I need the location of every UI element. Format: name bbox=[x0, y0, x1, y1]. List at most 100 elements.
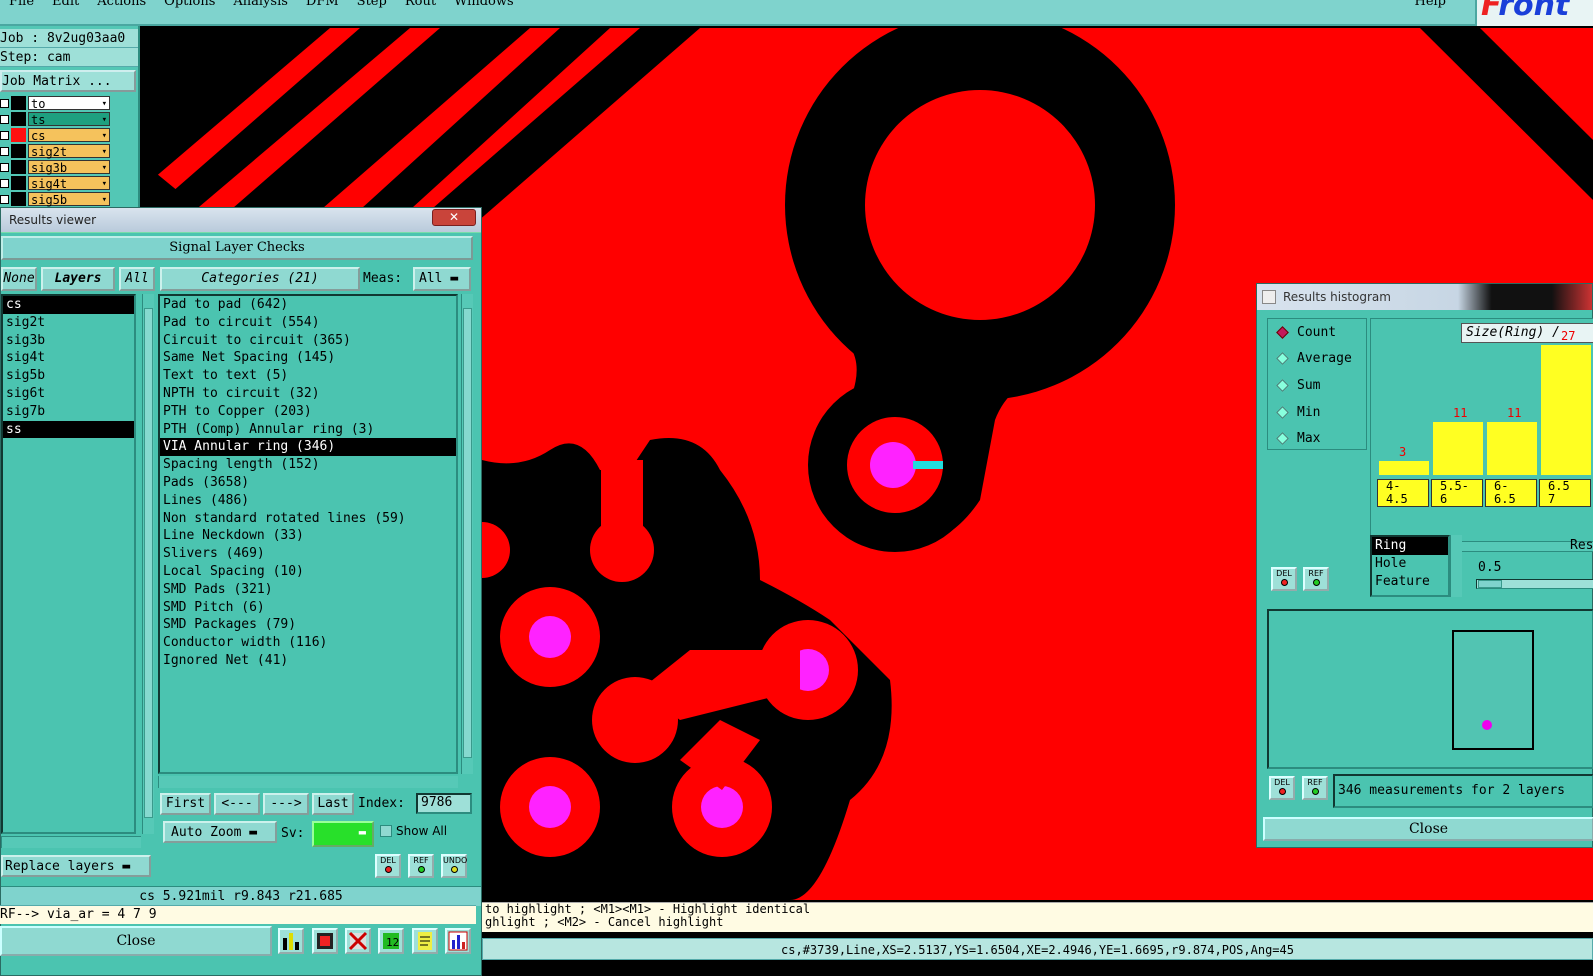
layer-name[interactable]: sig2t bbox=[28, 144, 110, 159]
layer-checkbox[interactable] bbox=[0, 194, 9, 204]
replace-layers-select[interactable]: Replace layers ▬ bbox=[1, 855, 151, 877]
type-item[interactable]: Hole bbox=[1372, 555, 1448, 573]
command-line[interactable]: RF--> via_ar = 4 7 9 bbox=[0, 905, 476, 924]
layer-name[interactable]: to bbox=[28, 96, 110, 111]
category-item[interactable]: Conductor width (116) bbox=[160, 634, 456, 652]
mode-radio[interactable]: Sum bbox=[1268, 372, 1366, 399]
categories-scrollbar[interactable] bbox=[461, 294, 473, 774]
category-item[interactable]: Text to text (5) bbox=[160, 367, 456, 385]
category-item[interactable]: Pads (3658) bbox=[160, 474, 456, 492]
last-button[interactable]: Last bbox=[312, 793, 354, 815]
histogram-icon[interactable] bbox=[445, 928, 471, 954]
menu-help[interactable]: Help bbox=[1405, 0, 1455, 9]
list-item[interactable]: sig2t bbox=[3, 314, 134, 332]
category-item[interactable]: PTH (Comp) Annular ring (3) bbox=[160, 421, 456, 439]
undo-icon[interactable]: UNDO bbox=[441, 854, 467, 878]
category-item[interactable]: Circuit to circuit (365) bbox=[160, 332, 456, 350]
histogram-bar[interactable] bbox=[1433, 422, 1483, 475]
report-icon[interactable] bbox=[412, 928, 438, 954]
layers-hscrollbar[interactable] bbox=[1, 836, 141, 848]
menu-step[interactable]: Step bbox=[348, 0, 396, 9]
menu-edit[interactable]: Edit bbox=[43, 0, 88, 9]
none-button[interactable]: None bbox=[1, 267, 37, 291]
menu-rout[interactable]: Rout bbox=[396, 0, 445, 9]
category-item[interactable]: PTH to Copper (203) bbox=[160, 403, 456, 421]
delete-icon[interactable]: DEL bbox=[1269, 776, 1295, 800]
index-field[interactable]: 9786 bbox=[416, 793, 472, 814]
layer-name[interactable]: sig3b bbox=[28, 160, 110, 175]
sv-color-select[interactable]: ▬ bbox=[312, 821, 374, 847]
show-all-checkbox[interactable] bbox=[380, 825, 392, 837]
res-slider[interactable] bbox=[1476, 579, 1593, 589]
list-item[interactable]: sig5b bbox=[3, 367, 134, 385]
layer-name[interactable]: cs bbox=[28, 128, 110, 143]
list-item[interactable]: sig4t bbox=[3, 349, 134, 367]
category-item[interactable]: Line Neckdown (33) bbox=[160, 527, 456, 545]
list-item[interactable]: sig6t bbox=[3, 385, 134, 403]
layer-checkbox[interactable] bbox=[0, 178, 9, 188]
radio-icon[interactable] bbox=[1276, 352, 1289, 366]
type-list[interactable]: Ring Hole Feature bbox=[1370, 535, 1450, 597]
delete-icon[interactable]: DEL bbox=[1271, 567, 1297, 591]
layer-icon[interactable] bbox=[312, 928, 338, 954]
category-item[interactable]: SMD Packages (79) bbox=[160, 616, 456, 634]
layer-checkbox[interactable] bbox=[0, 146, 9, 156]
delete-icon[interactable]: DEL bbox=[375, 854, 401, 878]
layers-scrollbar[interactable] bbox=[142, 294, 154, 834]
refresh-icon[interactable]: REF bbox=[1302, 776, 1328, 800]
layer-checkbox[interactable] bbox=[0, 130, 9, 140]
layer-checkbox[interactable] bbox=[0, 98, 9, 108]
mode-radio[interactable]: Count bbox=[1268, 319, 1366, 346]
layer-row[interactable]: ts bbox=[0, 111, 138, 127]
histogram-bar[interactable] bbox=[1379, 460, 1429, 475]
mode-radio[interactable]: Max bbox=[1268, 425, 1366, 452]
layer-row[interactable]: sig5b bbox=[0, 191, 138, 207]
menu-analysis[interactable]: Analysis bbox=[224, 0, 297, 9]
layer-checkbox[interactable] bbox=[0, 162, 9, 172]
menu-dfm[interactable]: DFM bbox=[297, 0, 348, 9]
histogram-close-button[interactable]: Close bbox=[1263, 817, 1593, 841]
layer-row[interactable]: sig3b bbox=[0, 159, 138, 175]
histogram-bar[interactable] bbox=[1541, 345, 1591, 475]
layer-row[interactable]: to bbox=[0, 95, 138, 111]
layer-row[interactable]: sig2t bbox=[0, 143, 138, 159]
prev-button[interactable]: <--- bbox=[214, 793, 260, 815]
category-item[interactable]: Spacing length (152) bbox=[160, 456, 456, 474]
next-button[interactable]: ---> bbox=[263, 793, 309, 815]
layers-list[interactable]: cs sig2t sig3b sig4t sig5b sig6t sig7b ss bbox=[1, 294, 136, 834]
layer-row[interactable]: sig4t bbox=[0, 175, 138, 191]
menu-actions[interactable]: Actions bbox=[88, 0, 155, 9]
menu-windows[interactable]: Windows bbox=[445, 0, 523, 9]
category-item[interactable]: Pad to circuit (554) bbox=[160, 314, 456, 332]
close-icon[interactable]: ✕ bbox=[432, 209, 476, 226]
type-item[interactable]: Ring bbox=[1372, 537, 1448, 555]
category-item[interactable]: Lines (486) bbox=[160, 492, 456, 510]
type-scrollbar[interactable] bbox=[1450, 535, 1462, 597]
auto-zoom-select[interactable]: Auto Zoom ▬ bbox=[163, 821, 277, 843]
categories-list[interactable]: Pad to pad (642) Pad to circuit (554) Circ… bbox=[158, 294, 458, 774]
category-item[interactable]: SMD Pitch (6) bbox=[160, 599, 456, 617]
chart-icon[interactable] bbox=[278, 928, 304, 954]
category-item[interactable]: Pad to pad (642) bbox=[160, 296, 456, 314]
mode-radio[interactable]: Average bbox=[1268, 346, 1366, 373]
menu-options[interactable]: Options bbox=[155, 0, 224, 9]
category-item[interactable]: Non standard rotated lines (59) bbox=[160, 510, 456, 528]
category-item[interactable]: Same Net Spacing (145) bbox=[160, 349, 456, 367]
radio-icon[interactable] bbox=[1276, 432, 1289, 446]
category-item[interactable]: Ignored Net (41) bbox=[160, 652, 456, 670]
refresh-icon[interactable]: REF bbox=[1303, 567, 1329, 591]
list-item[interactable]: ss bbox=[3, 420, 134, 439]
slider-thumb[interactable] bbox=[1478, 580, 1502, 588]
cancel-icon[interactable] bbox=[345, 928, 371, 954]
list-item[interactable]: cs bbox=[3, 296, 134, 314]
layer-name[interactable]: sig5b bbox=[28, 192, 110, 207]
job-matrix-button[interactable]: Job Matrix ... bbox=[0, 70, 136, 92]
layer-name[interactable]: sig4t bbox=[28, 176, 110, 191]
category-item[interactable]: VIA Annular ring (346) bbox=[160, 438, 456, 457]
meas-select[interactable]: All ▬ bbox=[413, 267, 471, 291]
categories-button[interactable]: Categories (21) bbox=[160, 267, 360, 291]
all-layers-button[interactable]: All bbox=[119, 267, 155, 291]
menu-file[interactable]: File bbox=[0, 0, 43, 9]
scroll-thumb[interactable] bbox=[144, 308, 153, 818]
layer-row[interactable]: cs bbox=[0, 127, 138, 143]
